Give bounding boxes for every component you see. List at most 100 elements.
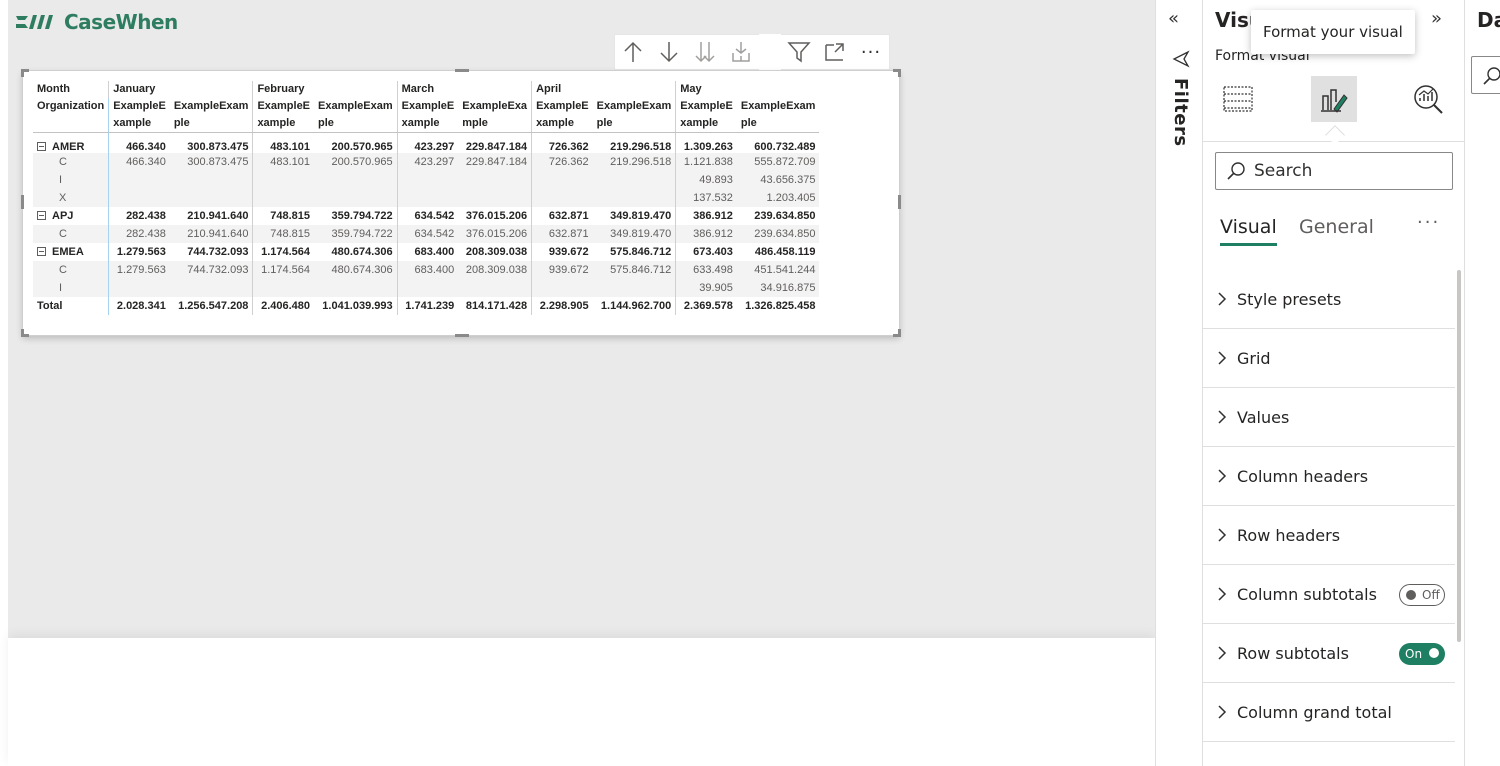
measure-header[interactable]: ExampleExample [592,98,676,133]
corner-header-month[interactable]: Month [33,81,109,98]
go-to-next-level-button[interactable] [687,34,723,70]
value-cell[interactable] [593,189,676,207]
value-cell[interactable] [108,189,170,207]
resize-handle-tr-v[interactable] [898,69,901,77]
measure-header[interactable]: ExampleExample [169,98,253,133]
row-header[interactable]: I [33,279,110,297]
measure-header[interactable]: ExampleExample [675,98,737,133]
value-cell[interactable]: 2.369.578 [675,297,737,315]
value-cell[interactable]: 673.403 [675,243,737,261]
table-row[interactable]: AMER 466.340 300.873.475 483.101 200.570.965… [33,132,820,153]
table-row[interactable]: I 49.893 43.656.375 [33,171,820,189]
value-cell[interactable] [170,171,253,189]
measure-header[interactable]: ExampleExample [396,98,459,133]
row-header[interactable]: I [33,171,110,189]
value-cell[interactable] [458,189,531,207]
focus-mode-button[interactable] [817,34,853,70]
row-header[interactable]: C [33,153,110,171]
more-options-button[interactable]: ··· [853,34,889,70]
format-visual-button[interactable] [1311,76,1357,122]
value-cell[interactable]: 451.541.244 [737,261,820,279]
row-header[interactable]: Total [33,297,110,315]
value-cell[interactable] [458,171,531,189]
more-tabs-button[interactable]: ··· [1417,212,1440,233]
table-row[interactable]: APJ 282.438 210.941.640 748.815 359.794.722 6… [33,207,819,225]
resize-handle-br-v[interactable] [898,329,901,337]
build-visual-button[interactable] [1215,76,1261,122]
value-cell[interactable]: 386.912 [675,225,737,243]
value-cell[interactable] [108,171,170,189]
value-cell[interactable]: 208.309.038 [458,261,531,279]
filters-label[interactable]: Filters [1170,78,1191,147]
value-cell[interactable] [314,279,397,297]
expand-next-level-button[interactable] [723,34,759,70]
value-cell[interactable]: 376.015.206 [458,225,531,243]
value-cell[interactable] [593,279,676,297]
value-cell[interactable]: 748.815 [252,225,315,243]
value-cell[interactable]: 939.672 [531,261,593,279]
value-cell[interactable]: 555.872.709 [737,153,820,171]
value-cell[interactable]: 600.732.489 [737,133,820,153]
value-cell[interactable]: 229.847.184 [458,153,531,171]
row-header[interactable]: APJ [33,207,110,225]
value-cell[interactable]: 423.297 [396,132,459,153]
value-cell[interactable]: 239.634.850 [737,207,820,225]
value-cell[interactable]: 575.846.712 [593,243,676,261]
value-cell[interactable]: 376.015.206 [458,207,531,225]
value-cell[interactable] [252,189,315,207]
format-search-box[interactable] [1215,152,1453,190]
value-cell[interactable]: 359.794.722 [314,207,397,225]
tab-visual[interactable]: Visual [1220,216,1277,246]
value-cell[interactable]: 483.101 [252,132,315,153]
value-cell[interactable]: 2.406.480 [252,297,315,315]
row-header[interactable]: C [33,261,110,279]
collapse-pane-button[interactable]: » [1431,8,1442,29]
row-header[interactable]: AMER [33,132,110,153]
value-cell[interactable]: 939.672 [531,243,593,261]
value-cell[interactable]: 726.362 [531,132,593,153]
value-cell[interactable]: 1.279.563 [108,261,170,279]
tab-general[interactable]: General [1299,216,1374,238]
value-cell[interactable] [314,189,397,207]
table-row[interactable]: EMEA 1.279.563 744.732.093 1.174.564 480.674… [33,243,819,261]
data-search-box[interactable] [1471,56,1500,94]
measure-header[interactable]: ExampleExample [458,98,532,133]
resize-handle-left[interactable] [21,195,24,209]
resize-handle-right[interactable] [898,195,901,209]
value-cell[interactable]: 1.121.838 [675,153,737,171]
value-cell[interactable]: 744.732.093 [170,261,253,279]
value-cell[interactable]: 219.296.518 [593,133,676,153]
value-cell[interactable]: 483.101 [252,153,315,171]
collapse-row-icon[interactable] [37,142,46,151]
value-cell[interactable]: 349.819.470 [593,225,676,243]
value-cell[interactable]: 748.815 [252,207,315,225]
month-header[interactable]: March [396,81,532,98]
value-cell[interactable]: 726.362 [531,153,593,171]
measure-header[interactable]: ExampleExample [314,98,398,133]
resize-handle-top[interactable] [455,69,469,72]
row-header[interactable]: X [33,189,110,207]
collapse-row-icon[interactable] [37,247,46,256]
value-cell[interactable]: 634.542 [396,207,459,225]
value-cell[interactable]: 1.326.825.458 [737,297,820,315]
value-cell[interactable]: 200.570.965 [314,133,397,153]
value-cell[interactable]: 683.400 [396,243,459,261]
toggle-on[interactable]: On [1399,643,1445,665]
value-cell[interactable]: 300.873.475 [170,153,253,171]
value-cell[interactable]: 137.532 [675,189,737,207]
value-cell[interactable]: 200.570.965 [314,153,397,171]
search-input[interactable] [1254,161,1444,181]
value-cell[interactable]: 1.041.039.993 [314,297,397,315]
collapse-filters-button[interactable]: « [1168,8,1179,29]
matrix-visual[interactable]: Month January February March April May O… [21,69,901,337]
value-cell[interactable]: 359.794.722 [314,225,397,243]
value-cell[interactable]: 466.340 [108,153,170,171]
table-row[interactable]: Total 2.028.341 1.256.547.208 2.406.480 1.04… [33,297,819,315]
value-cell[interactable] [108,279,170,297]
filter-button[interactable] [781,34,817,70]
value-cell[interactable]: 229.847.184 [458,133,531,153]
value-cell[interactable]: 466.340 [108,132,170,153]
value-cell[interactable]: 480.674.306 [314,243,397,261]
table-row[interactable]: C 282.438 210.941.640 748.815 359.794.722 634… [33,225,820,243]
table-row[interactable]: C 466.340 300.873.475 483.101 200.570.965 423… [33,153,820,171]
